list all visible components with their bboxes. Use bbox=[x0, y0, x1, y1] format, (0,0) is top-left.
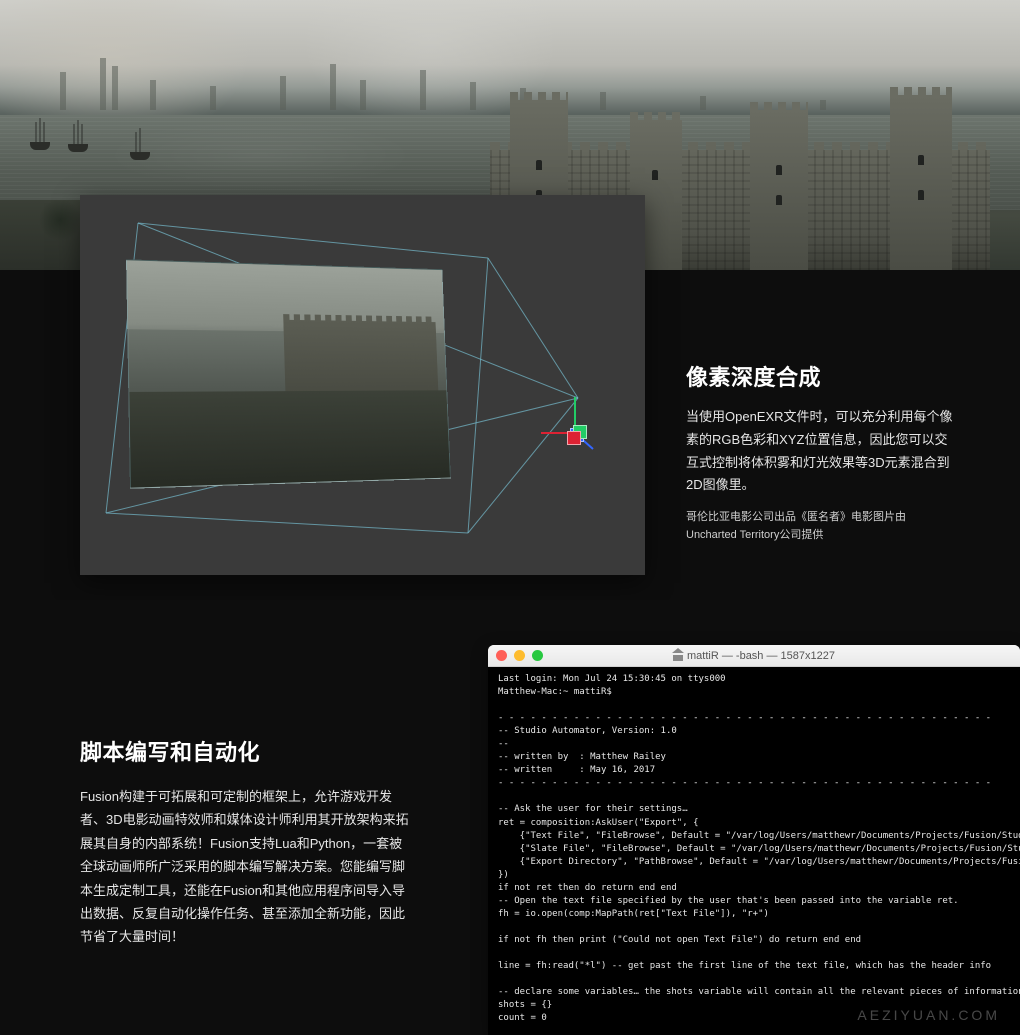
pixel-depth-body: 当使用OpenEXR文件时，可以充分利用每个像素的RGB色彩和XYZ位置信息，因… bbox=[686, 406, 956, 497]
ship bbox=[30, 118, 50, 150]
projected-image-plate bbox=[126, 259, 451, 488]
deep-pixel-3d-panel bbox=[80, 195, 645, 575]
image-credit: 哥伦比亚电影公司出品《匿名者》电影图片由Uncharted Territory公… bbox=[686, 509, 956, 544]
terminal-window: mattiR — -bash — 1587x1227 Last login: M… bbox=[488, 645, 1020, 1035]
terminal-title: mattiR — -bash — 1587x1227 bbox=[488, 650, 1020, 662]
scripting-title: 脚本编写和自动化 bbox=[80, 735, 410, 767]
scripting-section: 脚本编写和自动化 Fusion构建于可拓展和可定制的框架上，允许游戏开发者、3D… bbox=[0, 600, 1020, 1035]
terminal-titlebar: mattiR — -bash — 1587x1227 bbox=[488, 645, 1020, 667]
watermark: AEZIYUAN.COM bbox=[857, 1007, 1000, 1023]
ship bbox=[130, 128, 150, 160]
pixel-depth-title: 像素深度合成 bbox=[686, 360, 956, 392]
scripting-body: Fusion构建于可拓展和可定制的框架上，允许游戏开发者、3D电影动画特效师和媒… bbox=[80, 785, 410, 949]
pixel-depth-section: 像素深度合成 当使用OpenEXR文件时，可以充分利用每个像素的RGB色彩和XY… bbox=[686, 360, 956, 556]
ship bbox=[68, 120, 88, 152]
terminal-body[interactable]: Last login: Mon Jul 24 15:30:45 on ttys0… bbox=[488, 667, 1020, 1035]
home-icon bbox=[673, 651, 683, 661]
terminal-title-text: mattiR — -bash — 1587x1227 bbox=[687, 650, 835, 662]
axis-gizmo-icon bbox=[533, 391, 597, 455]
